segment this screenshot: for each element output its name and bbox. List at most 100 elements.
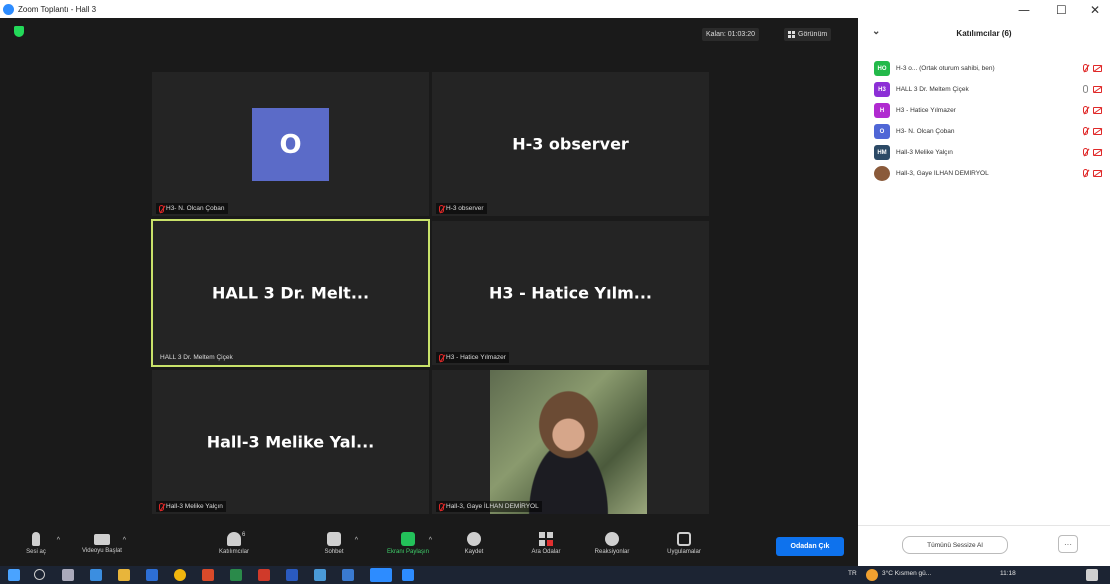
participant-row[interactable]: HO H-3 o... (Ortak oturum sahibi, ben)	[858, 58, 1110, 79]
microphone-muted-icon	[32, 532, 40, 546]
camera-off-icon	[1093, 64, 1102, 72]
windows-taskbar: TR 3°C Kısmen gü... 11:18	[0, 566, 1110, 584]
avatar: HO	[874, 61, 890, 76]
participant-row[interactable]: HM Hall-3 Melike Yalçın	[858, 142, 1110, 163]
chat-button[interactable]: Sohbet ^	[304, 532, 364, 555]
breakout-rooms-button[interactable]: Ara Odalar	[516, 532, 576, 555]
participant-display-name: HALL 3 Dr. Melt...	[211, 283, 370, 303]
leave-meeting-button[interactable]: Odadan Çık	[776, 537, 844, 556]
taskbar-clock[interactable]: 11:18	[1000, 570, 1016, 577]
grid-icon	[788, 31, 795, 38]
chrome-icon[interactable]	[174, 569, 186, 581]
minimize-button[interactable]: —	[1018, 3, 1030, 17]
mute-all-button[interactable]: Tümünü Sessize Al	[902, 536, 1008, 554]
keyboard-language[interactable]: TR	[848, 570, 857, 577]
mic-muted-icon[interactable]	[1083, 64, 1088, 72]
share-screen-button[interactable]: Ekranı Paylaşın ^	[378, 532, 438, 555]
mic-muted-icon[interactable]	[1083, 127, 1088, 135]
collapse-icon[interactable]: ⌄	[872, 26, 880, 37]
zoom-taskbar-icon[interactable]	[370, 568, 392, 582]
weather-icon	[866, 569, 878, 581]
avatar: H	[874, 103, 890, 118]
record-button[interactable]: Kaydet	[444, 532, 504, 555]
meeting-stage: Kalan: 01:03:20 Görünüm O H3- N. Olcan Ç…	[0, 18, 858, 530]
video-tile[interactable]: O H3- N. Olcan Çoban	[152, 72, 429, 216]
panel-footer: Tümünü Sessize Al ···	[858, 525, 1110, 566]
mic-muted-icon	[439, 204, 444, 213]
participant-row[interactable]: O H3- N. Olcan Çoban	[858, 121, 1110, 142]
camera-off-icon	[94, 534, 110, 545]
participant-name-tag: Hall-3 Melike Yalçın	[156, 501, 226, 512]
view-button[interactable]: Görünüm	[784, 28, 832, 41]
record-icon	[467, 532, 481, 546]
more-options-button[interactable]: ···	[1058, 535, 1078, 553]
chevron-up-icon[interactable]: ^	[355, 537, 358, 544]
camera-off-icon	[1093, 106, 1102, 114]
camera-off-icon	[1093, 127, 1102, 135]
acrobat-icon[interactable]	[258, 569, 270, 581]
avatar: O	[252, 108, 329, 181]
participant-display-name: Hall-3 Melike Yal...	[206, 432, 375, 452]
camera-off-icon	[1093, 169, 1102, 177]
participants-count: 6	[242, 532, 246, 538]
edge-icon[interactable]	[90, 569, 102, 581]
participant-name-tag: Hall-3, Gaye İLHAN DEMİRYOL	[436, 501, 542, 512]
chevron-up-icon[interactable]: ^	[57, 537, 60, 544]
search-icon[interactable]	[34, 569, 45, 580]
word-icon[interactable]	[286, 569, 298, 581]
participant-row[interactable]: Hall-3, Gaye İLHAN DEMİRYOL	[858, 163, 1110, 184]
reactions-button[interactable]: Reaksiyonlar	[582, 532, 642, 555]
participant-name: Hall-3, Gaye İLHAN DEMİRYOL	[896, 170, 989, 177]
avatar: HM	[874, 145, 890, 160]
avatar: O	[874, 124, 890, 139]
active-speaker-tile[interactable]: HALL 3 Dr. Melt... HALL 3 Dr. Meltem Çiç…	[151, 219, 430, 367]
panel-title: Katılımcılar (6)	[956, 28, 1012, 38]
apps-button[interactable]: Uygulamalar	[654, 532, 714, 555]
maximize-button[interactable]: ☐	[1056, 3, 1067, 17]
app-icon[interactable]	[314, 569, 326, 581]
windows-start-icon[interactable]	[8, 569, 20, 581]
mic-muted-icon[interactable]	[1083, 106, 1088, 114]
mic-muted-icon[interactable]	[1083, 148, 1088, 156]
participant-name-tag: HALL 3 Dr. Meltem Çiçek	[160, 354, 233, 361]
video-tile[interactable]: H-3 observer H-3 observer	[432, 72, 709, 216]
unmute-button[interactable]: Sesi aç ^	[6, 532, 66, 555]
chat-icon	[327, 532, 341, 546]
weather-text[interactable]: 3°C Kısmen gü...	[882, 570, 931, 577]
participant-video-feed	[490, 370, 647, 514]
mic-muted-icon	[159, 204, 164, 213]
chevron-up-icon[interactable]: ^	[429, 537, 432, 544]
mic-icon[interactable]	[1083, 85, 1088, 93]
participant-row[interactable]: H3 HALL 3 Dr. Meltem Çiçek	[858, 79, 1110, 100]
share-screen-icon	[401, 532, 415, 546]
file-explorer-icon[interactable]	[118, 569, 130, 581]
camera-off-icon	[1093, 148, 1102, 156]
participant-display-name: H-3 observer	[512, 134, 629, 154]
mic-muted-icon[interactable]	[1083, 169, 1088, 177]
chevron-up-icon[interactable]: ^	[123, 537, 126, 544]
participant-list: HO H-3 o... (Ortak oturum sahibi, ben) H…	[858, 58, 1110, 184]
window-titlebar: Zoom Toplantı - Hall 3	[0, 0, 858, 18]
video-tile[interactable]: H3 - Hatice Yılm... H3 - Hatice Yılmazer	[432, 221, 709, 365]
task-view-icon[interactable]	[62, 569, 74, 581]
office-icon[interactable]	[202, 569, 214, 581]
mic-muted-icon	[159, 502, 164, 511]
video-tile[interactable]: Hall-3, Gaye İLHAN DEMİRYOL	[432, 370, 709, 514]
video-tile[interactable]: Hall-3 Melike Yal... Hall-3 Melike Yalçı…	[152, 370, 429, 514]
notification-icon[interactable]	[1086, 569, 1098, 581]
participant-row[interactable]: H H3 - Hatice Yılmazer	[858, 100, 1110, 121]
participants-button[interactable]: Katılımcılar 6	[204, 532, 264, 555]
breakout-rooms-icon	[539, 532, 553, 546]
security-shield-icon[interactable]	[14, 26, 24, 37]
close-button[interactable]: ✕	[1090, 3, 1100, 17]
meeting-toolbar: Sesi aç ^ Videoyu Başlat ^ Katılımcılar 6 …	[0, 530, 858, 566]
start-video-button[interactable]: Videoyu Başlat ^	[72, 532, 132, 554]
zoom-taskbar-icon[interactable]	[402, 569, 414, 581]
participant-name: Hall-3 Melike Yalçın	[896, 149, 953, 156]
zoom-logo-icon	[3, 3, 14, 15]
reactions-icon	[605, 532, 619, 546]
avatar: H3	[874, 82, 890, 97]
excel-icon[interactable]	[230, 569, 242, 581]
app-icon[interactable]	[342, 569, 354, 581]
store-icon[interactable]	[146, 569, 158, 581]
